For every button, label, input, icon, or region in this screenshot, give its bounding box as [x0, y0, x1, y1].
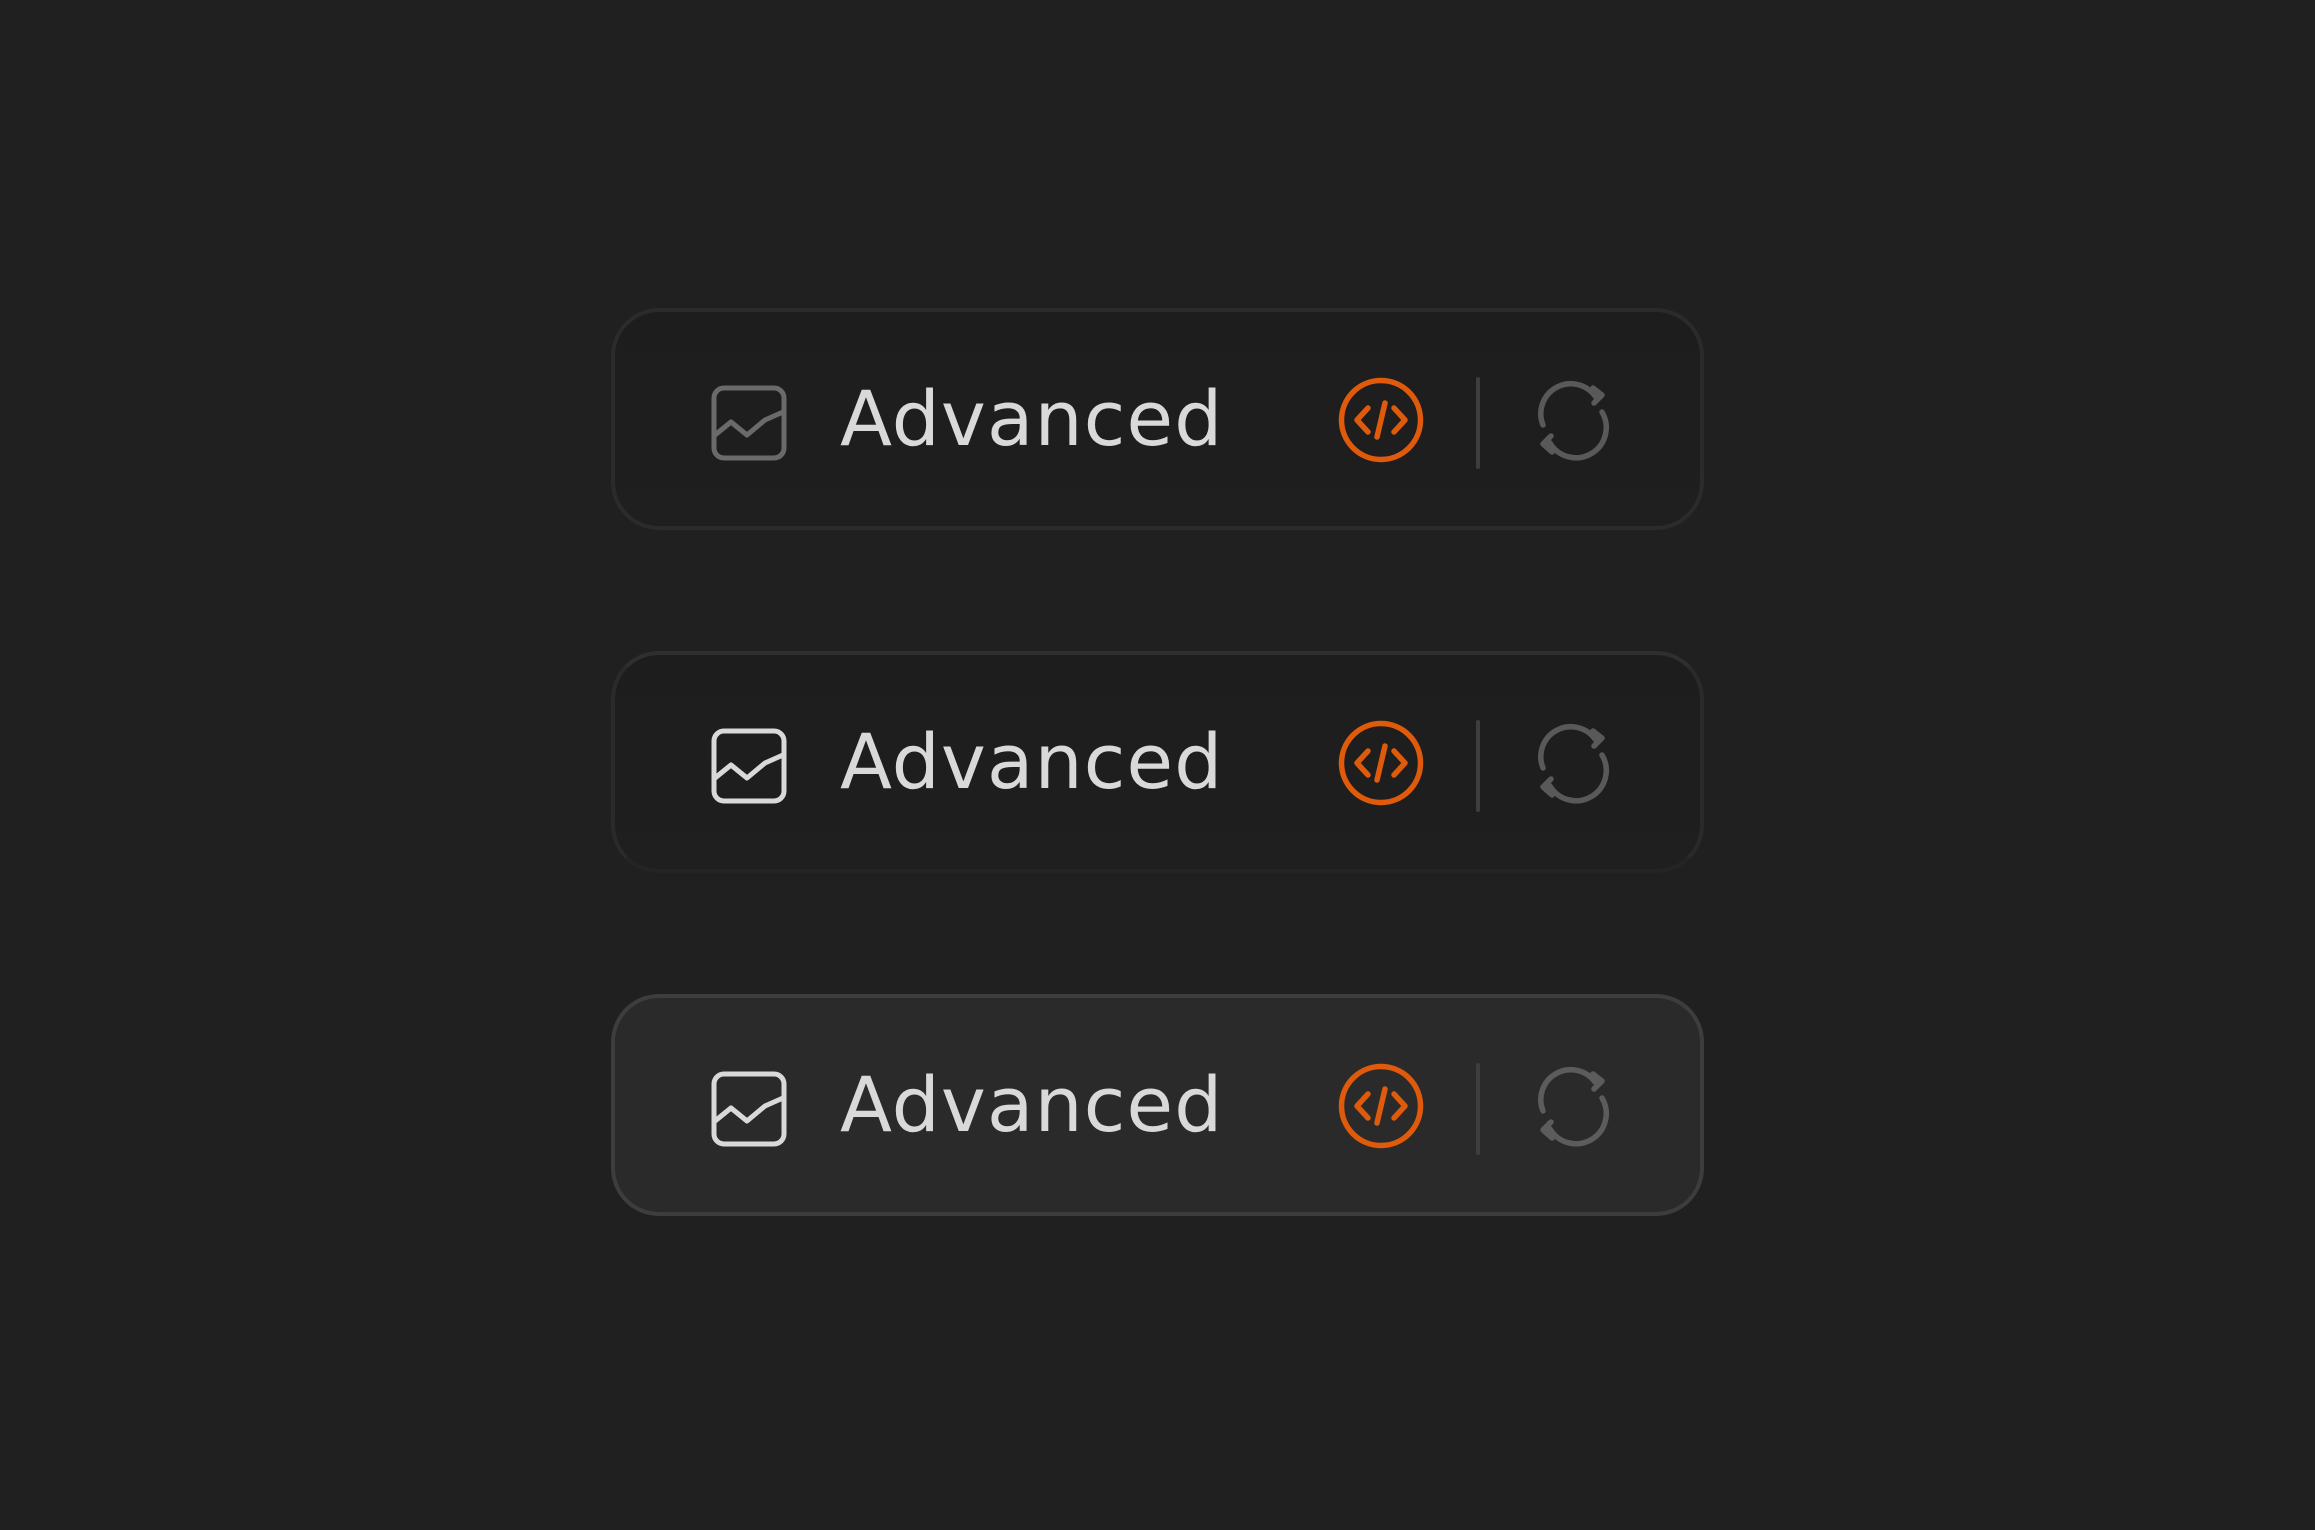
divider — [1476, 1063, 1480, 1155]
advanced-chip-active[interactable]: Advanced — [611, 994, 1704, 1216]
graph-chart-icon — [711, 728, 787, 804]
graph-chart-icon — [711, 1071, 787, 1147]
chip-label: Advanced — [840, 717, 1224, 806]
refresh-icon[interactable] — [1532, 379, 1614, 461]
refresh-icon[interactable] — [1532, 1065, 1614, 1147]
code-icon[interactable] — [1338, 720, 1424, 806]
refresh-icon[interactable] — [1532, 722, 1614, 804]
advanced-chip-hover[interactable]: Advanced — [611, 651, 1704, 873]
chip-label: Advanced — [840, 374, 1224, 463]
divider — [1476, 377, 1480, 469]
divider — [1476, 720, 1480, 812]
advanced-chip-default[interactable]: Advanced — [611, 308, 1704, 530]
canvas: Advanced Advanced Advanced — [0, 0, 2315, 1530]
chip-label: Advanced — [840, 1060, 1224, 1149]
code-icon[interactable] — [1338, 377, 1424, 463]
graph-chart-icon — [711, 385, 787, 461]
code-icon[interactable] — [1338, 1063, 1424, 1149]
